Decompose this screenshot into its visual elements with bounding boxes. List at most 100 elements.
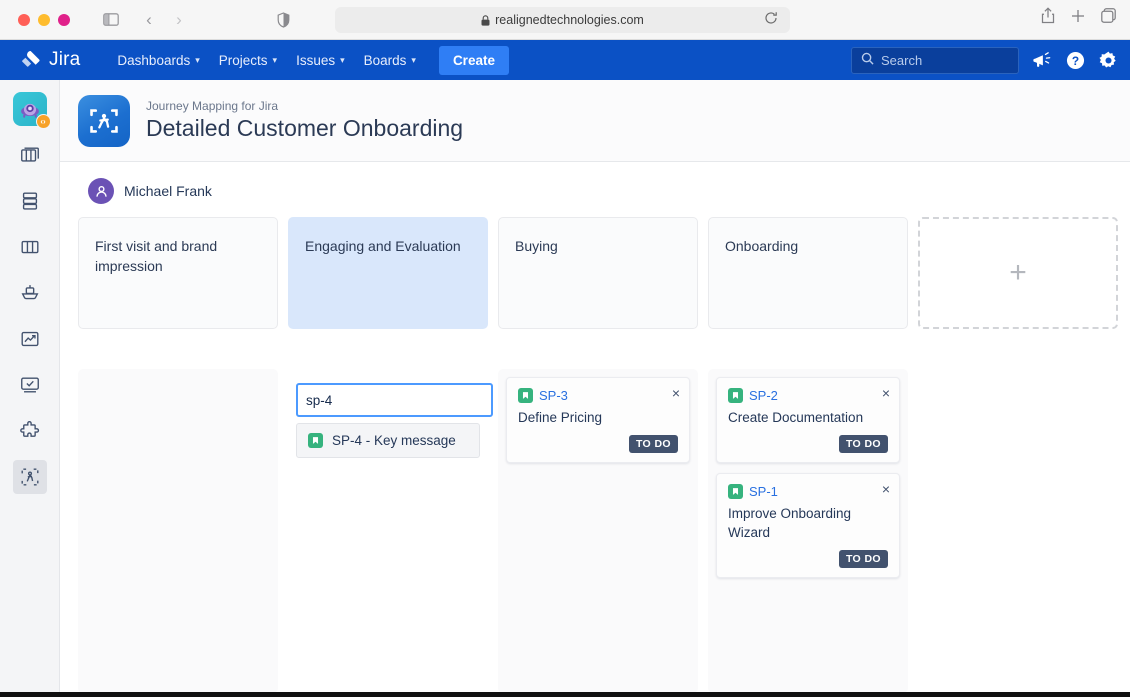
address-bar-url: realignedtechnologies.com: [495, 13, 644, 27]
sidebar-item-backlog[interactable]: [13, 184, 47, 218]
nav-item-dashboards-label: Dashboards: [117, 52, 191, 68]
chevron-down-icon: ▾: [411, 54, 416, 65]
minimize-window-button[interactable]: [38, 13, 50, 26]
jira-logo[interactable]: Jira: [20, 49, 80, 71]
issue-typeahead-option-label: SP-4 - Key message: [332, 433, 456, 448]
create-button[interactable]: Create: [438, 45, 509, 75]
sidebar-item-monitor[interactable]: [13, 368, 47, 402]
back-arrow-glyph: ‹: [146, 10, 152, 29]
chevron-down-icon: ▾: [340, 54, 345, 65]
nav-item-boards[interactable]: Boards ▾: [356, 47, 424, 74]
issue-card-sp-1[interactable]: SP-1 × Improve Onboarding Wizard TO DO: [716, 472, 900, 578]
reload-icon[interactable]: [764, 11, 782, 29]
close-icon[interactable]: ×: [882, 482, 890, 496]
help-icon[interactable]: ?: [1066, 51, 1085, 70]
issue-card-sp-2[interactable]: SP-2 × Create Documentation TO DO: [716, 377, 900, 463]
window-bottom-strip: [0, 692, 1130, 697]
shield-icon[interactable]: [270, 7, 296, 33]
chevron-down-icon: ▾: [272, 54, 278, 65]
nav-item-dashboards[interactable]: Dashboards ▾: [109, 47, 207, 74]
nav-item-boards-label: Boards: [363, 52, 407, 68]
page-header-text: Journey Mapping for Jira Detailed Custom…: [146, 99, 463, 142]
gear-icon[interactable]: [1099, 51, 1118, 70]
jira-nav-items: Dashboards ▾ Projects ▾ Issues ▾ Boards …: [109, 45, 509, 75]
add-stage-button[interactable]: +: [918, 217, 1118, 329]
page-title: Detailed Customer Onboarding: [146, 115, 464, 141]
story-icon: [728, 388, 743, 403]
page-header: Journey Mapping for Jira Detailed Custom…: [60, 80, 1130, 162]
journey-frame-icon: [78, 94, 130, 147]
sidebar-item-releases[interactable]: [13, 276, 47, 310]
issue-search-input[interactable]: [296, 383, 493, 417]
app-code-badge: ‹›: [35, 114, 51, 129]
nav-item-issues[interactable]: Issues ▾: [288, 47, 353, 74]
status-badge[interactable]: TO DO: [838, 549, 888, 568]
page-subtitle: Journey Mapping for Jira: [146, 99, 279, 113]
forward-arrow-icon[interactable]: ›: [166, 7, 192, 33]
issue-typeahead-field: [296, 383, 515, 417]
sidebar-toggle-icon[interactable]: [98, 7, 124, 33]
sidebar-item-journey-mapping[interactable]: [12, 460, 47, 494]
journey-lane-4: Onboarding SP-2 × Create Documentation T…: [708, 217, 908, 693]
issue-card-header: SP-1 ×: [728, 482, 890, 499]
close-window-button[interactable]: [18, 13, 30, 26]
close-icon[interactable]: ×: [672, 386, 680, 400]
status-badge[interactable]: TO DO: [628, 434, 678, 453]
story-icon: [308, 433, 323, 448]
jira-top-navigation: Jira Dashboards ▾ Projects ▾ Issues ▾ Bo…: [0, 40, 1130, 80]
megaphone-icon[interactable]: [1033, 51, 1052, 69]
lane-body-onboarding[interactable]: SP-2 × Create Documentation TO DO SP-1 ×…: [708, 369, 908, 693]
issue-card-sp-3[interactable]: SP-3 × Define Pricing TO DO: [506, 377, 690, 463]
issue-typeahead-option[interactable]: SP-4 - Key message: [297, 424, 479, 457]
stage-header-first-visit[interactable]: First visit and brand impression: [78, 217, 278, 329]
sidebar-item-apps[interactable]: [13, 414, 47, 448]
journey-lane-add: +: [918, 217, 1118, 693]
persona-row: Michael Frank: [60, 162, 1130, 204]
issue-card-header: SP-2 ×: [728, 386, 890, 403]
issue-summary: Define Pricing: [518, 410, 603, 425]
journey-board: First visit and brand impression Engagin…: [60, 204, 1130, 693]
back-arrow-icon[interactable]: ‹: [136, 7, 162, 33]
browser-chrome-right-actions: [1041, 7, 1116, 29]
status-badge[interactable]: TO DO: [838, 434, 888, 453]
journey-lane-3: Buying SP-3 × Define Pricing TO DO: [498, 217, 698, 693]
nav-item-issues-label: Issues: [296, 52, 336, 68]
lane-body-engaging[interactable]: SP-4 - Key message: [288, 369, 515, 693]
search-icon: [861, 52, 874, 68]
new-tab-icon[interactable]: [1071, 9, 1085, 28]
issue-key[interactable]: SP-3: [539, 388, 568, 403]
maximize-window-button[interactable]: [58, 13, 70, 26]
sidebar-item-columns[interactable]: [13, 230, 47, 264]
forward-arrow-glyph: ›: [176, 10, 182, 29]
stage-header-buying[interactable]: Buying: [498, 217, 698, 329]
stage-header-engaging[interactable]: Engaging and Evaluation: [288, 217, 488, 329]
share-icon[interactable]: [1041, 7, 1055, 29]
issue-key[interactable]: SP-2: [749, 388, 778, 403]
nav-item-projects-label: Projects: [218, 52, 268, 68]
jira-logo-text: Jira: [49, 49, 81, 70]
stage-header-onboarding[interactable]: Onboarding: [708, 217, 908, 329]
sidebar-item-boards[interactable]: [13, 138, 47, 172]
sidebar-item-reports[interactable]: [13, 322, 47, 356]
lane-body-buying[interactable]: SP-3 × Define Pricing TO DO: [498, 369, 698, 693]
left-app-rail: ‹›: [0, 80, 60, 697]
close-icon[interactable]: ×: [882, 386, 890, 400]
journey-mapping-app-icon[interactable]: ‹›: [12, 92, 51, 129]
page-content: Journey Mapping for Jira Detailed Custom…: [60, 80, 1130, 697]
tab-overview-icon[interactable]: [1101, 8, 1116, 28]
global-search-input[interactable]: Search: [851, 46, 1019, 74]
issue-key[interactable]: SP-1: [749, 484, 778, 499]
story-icon: [728, 483, 743, 499]
persona-name: Michael Frank: [124, 183, 212, 199]
jira-logo-icon: [22, 51, 40, 67]
lane-body-first-visit[interactable]: [78, 369, 278, 693]
issue-typeahead: SP-4 - Key message: [296, 383, 515, 458]
issue-summary: Improve Onboarding Wizard: [728, 505, 852, 541]
lock-icon: [481, 14, 490, 26]
journey-lane-1: First visit and brand impression: [78, 217, 278, 693]
journey-lane-2: Engaging and Evaluation sp-4 SP-4 - Key …: [288, 217, 515, 693]
window-traffic-lights: [18, 13, 70, 26]
nav-item-projects[interactable]: Projects ▾: [211, 47, 285, 74]
address-bar[interactable]: realignedtechnologies.com: [335, 7, 790, 33]
avatar[interactable]: [88, 178, 114, 204]
